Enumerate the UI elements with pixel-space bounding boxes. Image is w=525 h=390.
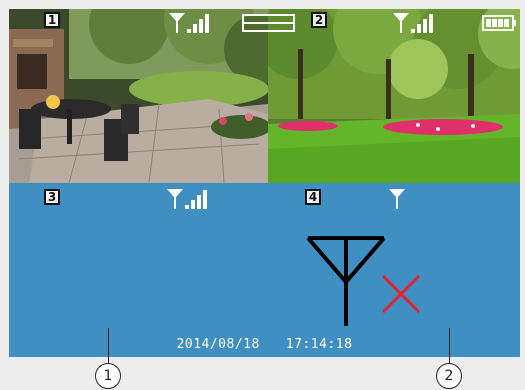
- antenna-no-signal-icon: [306, 236, 421, 326]
- camera-4-number-badge: 4: [305, 189, 321, 205]
- full-signal-icon: [167, 189, 207, 209]
- full-signal-icon: [169, 13, 209, 33]
- camera-1-number-badge: 1: [44, 12, 60, 28]
- callout-2-marker: 2: [436, 363, 462, 389]
- monitor-screen: 1 2 3 4 2014/08/18 17:14:18: [9, 9, 520, 357]
- callout-2-leader-line: [449, 328, 450, 364]
- camera-2-view[interactable]: 2: [268, 9, 520, 183]
- patio-scene-image: [9, 9, 268, 183]
- camera-3-number-badge: 3: [44, 189, 60, 205]
- lawn-scene-image: [268, 9, 520, 183]
- battery-full-icon: [482, 15, 516, 31]
- camera-1-view[interactable]: 1: [9, 9, 268, 183]
- date-time-bar: 2014/08/18 17:14:18: [9, 337, 520, 352]
- date-text: 2014/08/18: [176, 337, 260, 352]
- no-signal-icon: [389, 189, 405, 209]
- callout-1-marker: 1: [95, 363, 121, 389]
- camera-2-number-badge: 2: [311, 12, 327, 28]
- callout-1-leader-line: [108, 328, 109, 364]
- quad-split-icon: [242, 14, 268, 32]
- full-signal-icon: [393, 13, 433, 33]
- quad-split-icon-right-half: [268, 14, 295, 32]
- time-text: 17:14:18: [285, 337, 353, 352]
- red-cross-icon: [381, 274, 421, 314]
